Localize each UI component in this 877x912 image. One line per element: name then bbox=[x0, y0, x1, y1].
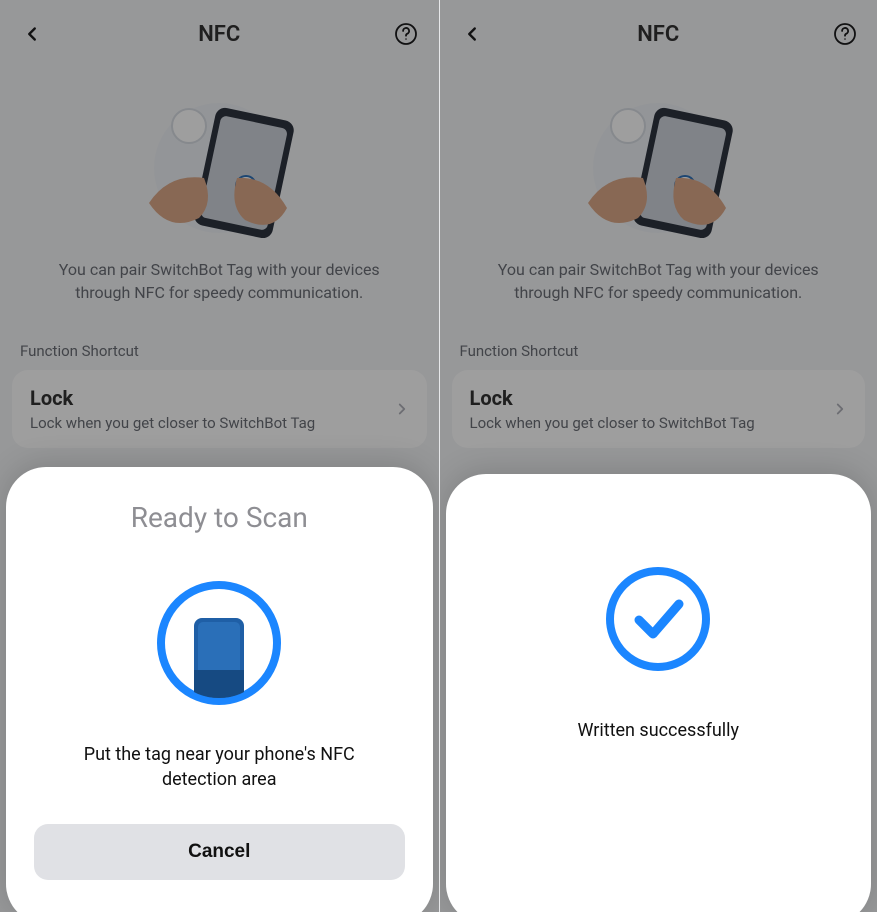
card-text: Lock Lock when you get closer to SwitchB… bbox=[470, 386, 832, 432]
hero: You can pair SwitchBot Tag with your dev… bbox=[0, 68, 439, 312]
sheet-message: Put the tag near your phone's NFC detect… bbox=[34, 742, 405, 792]
side-by-side-stage: NFC You can pair SwitchBot Tag with your… bbox=[0, 0, 877, 912]
chevron-left-icon bbox=[21, 23, 43, 45]
nfc-illustration-icon bbox=[109, 88, 329, 238]
back-button[interactable] bbox=[456, 18, 488, 50]
help-button[interactable] bbox=[390, 18, 422, 50]
card-subtitle: Lock when you get closer to SwitchBot Ta… bbox=[470, 414, 832, 432]
help-button[interactable] bbox=[829, 18, 861, 50]
left-pane: NFC You can pair SwitchBot Tag with your… bbox=[0, 0, 439, 912]
nfc-phone-icon bbox=[154, 578, 284, 708]
card-title: Lock bbox=[470, 386, 832, 410]
page-title: NFC bbox=[637, 22, 679, 47]
right-pane: NFC You can pair SwitchBot Tag with your… bbox=[439, 0, 877, 912]
sheet-message: Written successfully bbox=[557, 718, 759, 743]
card-subtitle: Lock when you get closer to SwitchBot Ta… bbox=[30, 414, 393, 432]
hero-description: You can pair SwitchBot Tag with your dev… bbox=[460, 258, 858, 304]
back-button[interactable] bbox=[16, 18, 48, 50]
section-header: Function Shortcut bbox=[440, 324, 877, 370]
navbar: NFC bbox=[440, 0, 877, 68]
function-shortcut-row[interactable]: Lock Lock when you get closer to SwitchB… bbox=[12, 370, 427, 448]
section-divider bbox=[440, 312, 877, 324]
checkmark-circle-icon bbox=[593, 554, 723, 684]
card-text: Lock Lock when you get closer to SwitchB… bbox=[30, 386, 393, 432]
hero-description: You can pair SwitchBot Tag with your dev… bbox=[20, 258, 419, 304]
function-shortcut-row[interactable]: Lock Lock when you get closer to SwitchB… bbox=[452, 370, 866, 448]
section-divider bbox=[0, 312, 439, 324]
chevron-right-icon bbox=[393, 400, 411, 418]
cancel-button[interactable]: Cancel bbox=[34, 824, 405, 880]
navbar: NFC bbox=[0, 0, 439, 68]
sheet-title: Ready to Scan bbox=[131, 501, 308, 534]
help-icon bbox=[833, 22, 857, 46]
page-title: NFC bbox=[198, 22, 240, 47]
section-header: Function Shortcut bbox=[0, 324, 439, 370]
nfc-success-sheet: Written successfully bbox=[446, 474, 872, 912]
chevron-left-icon bbox=[461, 23, 483, 45]
hero: You can pair SwitchBot Tag with your dev… bbox=[440, 68, 877, 312]
chevron-right-icon bbox=[831, 400, 849, 418]
nfc-illustration-icon bbox=[548, 88, 768, 238]
help-icon bbox=[394, 22, 418, 46]
card-title: Lock bbox=[30, 386, 393, 410]
nfc-scan-sheet: Ready to Scan Put the tag near your phon… bbox=[6, 467, 433, 912]
